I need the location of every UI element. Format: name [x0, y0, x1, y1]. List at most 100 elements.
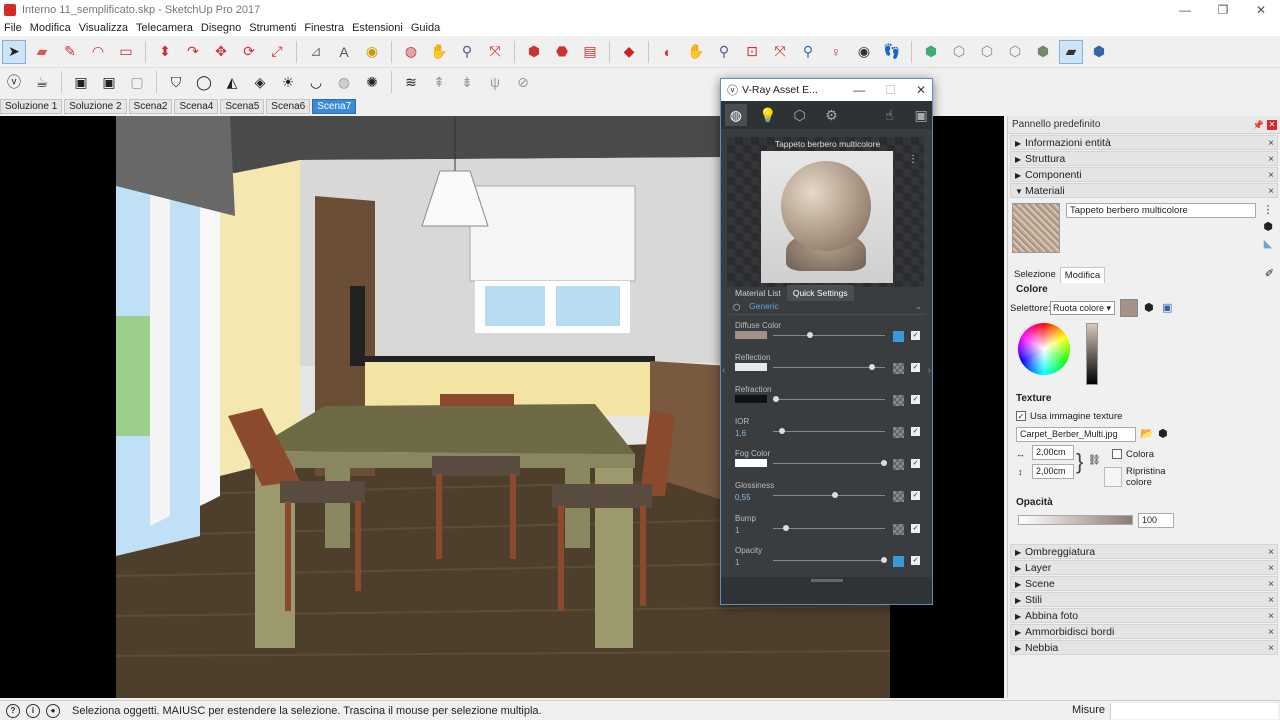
param-slider-track[interactable]	[773, 431, 885, 432]
param-enable-checkbox[interactable]: ✓	[911, 491, 920, 500]
mesh-clipper-icon[interactable]: ⊘	[511, 70, 535, 94]
section-fog[interactable]: ▶ Nebbia ×	[1010, 640, 1278, 655]
scene-tab-scena2[interactable]: Scena2	[128, 99, 173, 114]
close-section-icon[interactable]: ×	[1268, 168, 1274, 183]
param-enable-checkbox[interactable]: ✓	[911, 556, 920, 565]
menu-strumenti[interactable]: Strumenti	[249, 22, 296, 34]
lock-icon[interactable]: ▢	[125, 70, 149, 94]
colorize-checkbox[interactable]	[1112, 449, 1122, 459]
arc-icon[interactable]: ◠	[86, 40, 110, 64]
close-section-icon[interactable]: ×	[1268, 152, 1274, 167]
rectangle-icon[interactable]: ▭	[114, 40, 138, 64]
rotate-icon[interactable]: ⟳	[237, 40, 261, 64]
zoom-icon[interactable]: ⚲	[455, 40, 479, 64]
scene-tab-soluzione-1[interactable]: Soluzione 1	[0, 99, 63, 114]
section-scenes[interactable]: ▶ Scene ×	[1010, 576, 1278, 591]
param-color-swatch[interactable]	[735, 459, 767, 467]
param-slider-knob[interactable]	[783, 525, 790, 531]
menu-finestra[interactable]: Finestra	[304, 22, 344, 34]
scene-tab-scena5[interactable]: Scena5	[220, 99, 265, 114]
tab-material-list[interactable]: Material List	[729, 285, 787, 301]
color-picker-select[interactable]: Ruota colore ▾	[1050, 301, 1115, 315]
eyedropper-icon[interactable]: ✐	[1265, 267, 1274, 280]
proxy-import-icon[interactable]: ⇟	[455, 70, 479, 94]
param-slider-knob[interactable]	[880, 557, 887, 563]
texture-file-field[interactable]: Carpet_Berber_Multi.jpg	[1016, 427, 1136, 442]
move-icon[interactable]: ✥	[209, 40, 233, 64]
param-color-swatch[interactable]	[735, 363, 767, 371]
parallel-view-icon[interactable]: ⬢	[1087, 40, 1111, 64]
close-section-icon[interactable]: ×	[1268, 136, 1274, 151]
settings-category-icon[interactable]: ⚙	[820, 104, 842, 126]
reset-color-swatch[interactable]	[1104, 467, 1122, 487]
layout-icon[interactable]: ▤	[578, 40, 602, 64]
param-slider-knob[interactable]	[773, 396, 780, 402]
section-materials[interactable]: ▼ Materiali ×	[1010, 183, 1278, 198]
param-slider-knob[interactable]	[868, 364, 875, 370]
material-name-field[interactable]: Tappeto berbero multicolore	[1066, 203, 1256, 218]
credits-icon[interactable]: i	[26, 703, 40, 718]
param-slider-knob[interactable]	[831, 492, 838, 498]
param-color-swatch[interactable]	[735, 331, 767, 339]
ies-light-icon[interactable]: ◈	[248, 70, 272, 94]
minimize-button[interactable]: —	[1166, 0, 1204, 20]
section-components[interactable]: ▶ Componenti ×	[1010, 167, 1278, 182]
right-view-icon[interactable]: ⬡	[1003, 40, 1027, 64]
eraser-icon[interactable]: ▰	[30, 40, 54, 64]
param-slider-track[interactable]	[773, 560, 885, 561]
left-view-icon[interactable]: ▰	[1059, 39, 1083, 64]
tab-edit[interactable]: Modifica	[1059, 267, 1106, 283]
user-icon[interactable]: ●	[46, 703, 60, 718]
param-enable-checkbox[interactable]: ✓	[911, 524, 920, 533]
param-slider-track[interactable]	[773, 335, 885, 336]
menu-estensioni[interactable]: Estensioni	[352, 22, 403, 34]
light-gen-icon[interactable]: ✺	[360, 70, 384, 94]
chevron-right-icon[interactable]: ›	[928, 365, 931, 376]
frame-buffer-icon[interactable]: ▣	[69, 70, 93, 94]
close-window-button[interactable]: ✕	[1242, 0, 1280, 20]
iso-view-icon[interactable]: ⬢	[919, 40, 943, 64]
texture-map-icon[interactable]	[893, 556, 904, 567]
param-slider-knob[interactable]	[880, 460, 887, 466]
vray-title-bar[interactable]: ⓥ V-Ray Asset E... — ☐ ✕	[721, 79, 932, 101]
opacity-slider[interactable]	[1018, 515, 1133, 525]
param-value[interactable]: 1	[735, 558, 739, 567]
material-swatch[interactable]	[1012, 203, 1060, 253]
section-layers[interactable]: ▶ Layer ×	[1010, 560, 1278, 575]
param-enable-checkbox[interactable]: ✓	[911, 395, 920, 404]
menu-visualizza[interactable]: Visualizza	[79, 22, 128, 34]
omni-light-icon[interactable]: ☀	[276, 70, 300, 94]
close-section-icon[interactable]: ×	[1268, 184, 1274, 199]
param-value[interactable]: 1	[735, 526, 739, 535]
close-section-icon[interactable]: ×	[1268, 545, 1274, 560]
mesh-light-icon[interactable]: ◡	[304, 70, 328, 94]
front-view-icon[interactable]: ⬡	[975, 40, 999, 64]
param-enable-checkbox[interactable]: ✓	[911, 459, 920, 468]
sphere-light-icon[interactable]: ◯	[192, 70, 216, 94]
aspect-lock-icon[interactable]: }	[1076, 449, 1083, 475]
zoom-extents-icon[interactable]: ⤧	[483, 40, 507, 64]
menu-modifica[interactable]: Modifica	[30, 22, 71, 34]
edit-texture-icon[interactable]: ⬢	[1158, 427, 1168, 440]
vray-interactive-icon[interactable]: ☕	[30, 70, 54, 94]
vray-close-button[interactable]: ✕	[916, 79, 926, 101]
match-color-screen-icon[interactable]: ▣	[1162, 301, 1172, 314]
look-around-icon[interactable]: ◉	[852, 40, 876, 64]
close-tray-icon[interactable]: ✕	[1267, 120, 1277, 130]
texture-map-icon[interactable]	[893, 524, 904, 535]
vray-render-icon[interactable]: ⓥ	[2, 70, 26, 94]
browse-folder-icon[interactable]: 📂	[1140, 427, 1154, 440]
section-entity-info[interactable]: ▶ Informazioni entità ×	[1010, 135, 1278, 150]
texture-map-icon[interactable]	[893, 459, 904, 470]
param-slider-knob[interactable]	[806, 332, 813, 338]
spot-light-icon[interactable]: ◭	[220, 70, 244, 94]
opacity-field[interactable]: 100	[1138, 513, 1174, 528]
chain-link-icon[interactable]: ⛓	[1088, 455, 1101, 466]
material-type-header[interactable]: ⬡ Generic ⌄	[729, 301, 926, 315]
tab-quick-settings[interactable]: Quick Settings	[786, 285, 854, 301]
position-camera-icon[interactable]: ◐	[656, 40, 680, 64]
close-section-icon[interactable]: ×	[1268, 593, 1274, 608]
person-icon[interactable]: ♀	[824, 40, 848, 64]
ruby-icon[interactable]: ◆	[617, 40, 641, 64]
top-view-icon[interactable]: ⬡	[947, 40, 971, 64]
